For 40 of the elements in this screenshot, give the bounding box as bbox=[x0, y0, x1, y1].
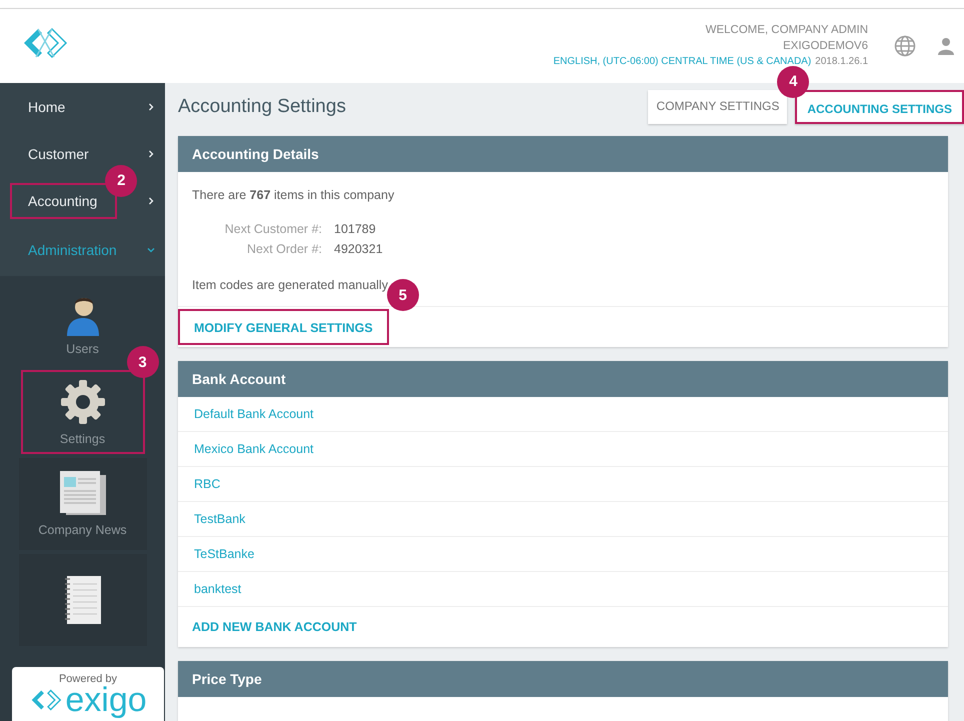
field-label: Next Customer #: bbox=[224, 222, 322, 236]
bank-account-link[interactable]: Mexico Bank Account bbox=[178, 432, 948, 467]
menu-tile[interactable] bbox=[18, 554, 146, 646]
gear-icon bbox=[58, 378, 106, 426]
item-count-text: There are 767 items in this company bbox=[192, 188, 396, 202]
powered-by-text: Powered by bbox=[58, 673, 118, 685]
menu-tile-label[interactable]: Users bbox=[66, 342, 99, 356]
notebook-icon bbox=[62, 576, 102, 624]
tab[interactable]: COMPANY SETTINGS bbox=[648, 90, 788, 124]
note-text: Item codes are generated manually bbox=[192, 278, 389, 292]
field-value: 4920321 bbox=[334, 242, 383, 256]
chevron-icon bbox=[147, 246, 155, 254]
page-title: Accounting Settings bbox=[178, 96, 346, 118]
chevron-icon bbox=[147, 102, 155, 110]
bank-account-link[interactable]: TestBank bbox=[178, 502, 948, 537]
user-icon[interactable] bbox=[936, 36, 956, 56]
step-badge: 3 bbox=[126, 346, 158, 378]
step-badge: 5 bbox=[386, 279, 419, 311]
bank-account-link[interactable]: TeStBanke bbox=[178, 537, 948, 572]
field-value: 101789 bbox=[334, 222, 377, 236]
bank-account-link[interactable]: RBC bbox=[178, 467, 948, 502]
newspaper-icon bbox=[58, 471, 108, 517]
field-label: Next Order #: bbox=[246, 242, 322, 256]
card-header: Bank Account bbox=[178, 361, 948, 397]
card-header: Price Type bbox=[178, 661, 948, 697]
card-header: Accounting Details bbox=[178, 136, 948, 172]
tab[interactable]: ACCOUNTING SETTINGS bbox=[795, 90, 964, 124]
welcome-text: WELCOME, COMPANY ADMIN bbox=[705, 23, 868, 38]
version-text: 2018.1.26.1 bbox=[815, 55, 868, 69]
globe-icon[interactable] bbox=[894, 35, 916, 57]
company-name: EXIGODEMOV6 bbox=[783, 39, 868, 54]
menu-tile[interactable]: Company News bbox=[18, 458, 146, 550]
chevron-icon bbox=[147, 196, 155, 204]
modify-settings-link[interactable]: MODIFY GENERAL SETTINGS bbox=[178, 309, 389, 345]
step-badge: 4 bbox=[777, 66, 810, 98]
bank-account-link[interactable]: Default Bank Account bbox=[178, 397, 948, 432]
menu-tile[interactable]: Settings bbox=[20, 370, 144, 454]
bank-account-link[interactable]: banktest bbox=[178, 572, 948, 607]
add-bank-account-link[interactable]: ADD NEW BANK ACCOUNT bbox=[178, 607, 948, 647]
chevron-icon bbox=[147, 150, 155, 158]
